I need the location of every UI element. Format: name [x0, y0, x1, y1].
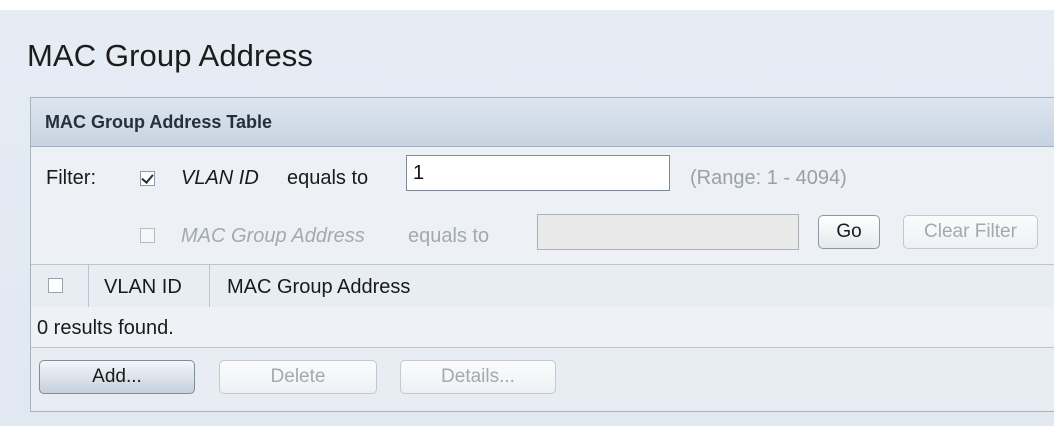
mac-filter-field-name: MAC Group Address [181, 225, 365, 247]
mac-filter-checkbox[interactable] [140, 228, 155, 243]
table-column-header: VLAN ID MAC Group Address [31, 264, 1054, 308]
column-header-vlan-id[interactable]: VLAN ID [104, 276, 182, 299]
mac-group-address-input[interactable] [537, 214, 799, 250]
column-header-mac-group-address[interactable]: MAC Group Address [227, 276, 410, 299]
go-button[interactable]: Go [818, 215, 880, 249]
results-count-text: 0 results found. [37, 317, 174, 339]
details-button[interactable]: Details... [400, 360, 556, 394]
table-header-bar: MAC Group Address Table [31, 98, 1054, 147]
clear-filter-button[interactable]: Clear Filter [903, 215, 1038, 249]
delete-button[interactable]: Delete [219, 360, 377, 394]
vlan-id-input[interactable]: 1 [406, 155, 670, 191]
mac-group-address-panel: MAC Group Address Table Filter: VLAN ID … [30, 97, 1054, 412]
mac-filter-operator: equals to [408, 225, 490, 247]
filter-label: Filter: [46, 167, 96, 189]
column-divider [88, 265, 89, 307]
select-all-checkbox[interactable] [48, 278, 63, 293]
action-buttons-row: Add... Delete Details... [31, 348, 1054, 411]
add-button[interactable]: Add... [39, 360, 195, 394]
results-row: 0 results found. [31, 307, 1054, 348]
table-title: MAC Group Address Table [45, 112, 273, 132]
filter-area: Filter: VLAN ID equals to 1 (Range: 1 - … [31, 147, 1054, 264]
vlan-filter-field-name: VLAN ID [181, 167, 259, 189]
vlan-filter-operator: equals to [287, 167, 369, 189]
page-title: MAC Group Address [27, 38, 313, 73]
column-divider [209, 265, 210, 307]
vlan-filter-checkbox[interactable] [140, 171, 155, 186]
vlan-range-hint: (Range: 1 - 4094) [690, 167, 847, 189]
